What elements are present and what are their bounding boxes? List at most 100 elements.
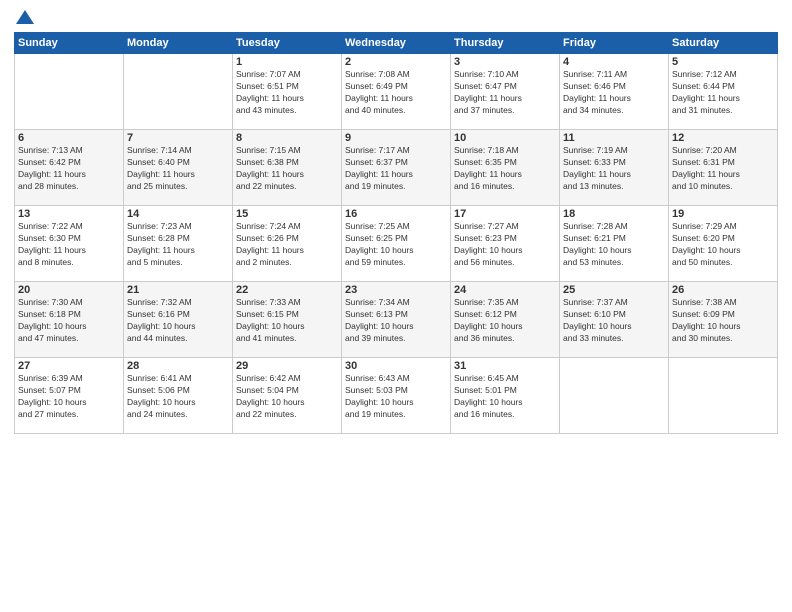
day-info: Sunrise: 7:29 AM Sunset: 6:20 PM Dayligh… xyxy=(672,221,774,269)
day-number: 29 xyxy=(236,360,338,372)
day-number: 4 xyxy=(563,56,665,68)
logo xyxy=(14,10,34,26)
day-info: Sunrise: 7:10 AM Sunset: 6:47 PM Dayligh… xyxy=(454,69,556,117)
week-row-3: 13Sunrise: 7:22 AM Sunset: 6:30 PM Dayli… xyxy=(15,206,778,282)
calendar-cell: 15Sunrise: 7:24 AM Sunset: 6:26 PM Dayli… xyxy=(233,206,342,282)
day-number: 31 xyxy=(454,360,556,372)
calendar-cell: 25Sunrise: 7:37 AM Sunset: 6:10 PM Dayli… xyxy=(560,282,669,358)
header xyxy=(14,10,778,26)
day-info: Sunrise: 7:08 AM Sunset: 6:49 PM Dayligh… xyxy=(345,69,447,117)
calendar-cell: 13Sunrise: 7:22 AM Sunset: 6:30 PM Dayli… xyxy=(15,206,124,282)
day-number: 15 xyxy=(236,208,338,220)
day-number: 23 xyxy=(345,284,447,296)
day-number: 2 xyxy=(345,56,447,68)
day-info: Sunrise: 7:32 AM Sunset: 6:16 PM Dayligh… xyxy=(127,297,229,345)
calendar-cell: 24Sunrise: 7:35 AM Sunset: 6:12 PM Dayli… xyxy=(451,282,560,358)
day-number: 16 xyxy=(345,208,447,220)
calendar-cell: 6Sunrise: 7:13 AM Sunset: 6:42 PM Daylig… xyxy=(15,130,124,206)
day-header-thursday: Thursday xyxy=(451,33,560,54)
day-info: Sunrise: 7:19 AM Sunset: 6:33 PM Dayligh… xyxy=(563,145,665,193)
day-number: 17 xyxy=(454,208,556,220)
calendar-table: SundayMondayTuesdayWednesdayThursdayFrid… xyxy=(14,32,778,434)
day-info: Sunrise: 7:30 AM Sunset: 6:18 PM Dayligh… xyxy=(18,297,120,345)
day-number: 18 xyxy=(563,208,665,220)
calendar-cell: 7Sunrise: 7:14 AM Sunset: 6:40 PM Daylig… xyxy=(124,130,233,206)
day-number: 19 xyxy=(672,208,774,220)
calendar-cell xyxy=(560,358,669,434)
day-number: 25 xyxy=(563,284,665,296)
calendar-cell xyxy=(124,54,233,130)
day-info: Sunrise: 7:07 AM Sunset: 6:51 PM Dayligh… xyxy=(236,69,338,117)
calendar-cell xyxy=(15,54,124,130)
day-number: 21 xyxy=(127,284,229,296)
day-header-tuesday: Tuesday xyxy=(233,33,342,54)
day-info: Sunrise: 7:17 AM Sunset: 6:37 PM Dayligh… xyxy=(345,145,447,193)
calendar-cell: 9Sunrise: 7:17 AM Sunset: 6:37 PM Daylig… xyxy=(342,130,451,206)
calendar-cell: 18Sunrise: 7:28 AM Sunset: 6:21 PM Dayli… xyxy=(560,206,669,282)
calendar-cell: 27Sunrise: 6:39 AM Sunset: 5:07 PM Dayli… xyxy=(15,358,124,434)
day-info: Sunrise: 6:41 AM Sunset: 5:06 PM Dayligh… xyxy=(127,373,229,421)
calendar-cell: 17Sunrise: 7:27 AM Sunset: 6:23 PM Dayli… xyxy=(451,206,560,282)
calendar-cell: 5Sunrise: 7:12 AM Sunset: 6:44 PM Daylig… xyxy=(669,54,778,130)
header-row: SundayMondayTuesdayWednesdayThursdayFrid… xyxy=(15,33,778,54)
logo-icon xyxy=(16,8,34,26)
calendar-cell: 22Sunrise: 7:33 AM Sunset: 6:15 PM Dayli… xyxy=(233,282,342,358)
day-info: Sunrise: 7:35 AM Sunset: 6:12 PM Dayligh… xyxy=(454,297,556,345)
day-header-friday: Friday xyxy=(560,33,669,54)
calendar-cell: 30Sunrise: 6:43 AM Sunset: 5:03 PM Dayli… xyxy=(342,358,451,434)
day-info: Sunrise: 7:11 AM Sunset: 6:46 PM Dayligh… xyxy=(563,69,665,117)
week-row-4: 20Sunrise: 7:30 AM Sunset: 6:18 PM Dayli… xyxy=(15,282,778,358)
calendar-cell: 16Sunrise: 7:25 AM Sunset: 6:25 PM Dayli… xyxy=(342,206,451,282)
day-number: 9 xyxy=(345,132,447,144)
day-number: 24 xyxy=(454,284,556,296)
calendar-cell xyxy=(669,358,778,434)
calendar-cell: 1Sunrise: 7:07 AM Sunset: 6:51 PM Daylig… xyxy=(233,54,342,130)
calendar-cell: 4Sunrise: 7:11 AM Sunset: 6:46 PM Daylig… xyxy=(560,54,669,130)
day-number: 28 xyxy=(127,360,229,372)
day-number: 1 xyxy=(236,56,338,68)
day-info: Sunrise: 7:33 AM Sunset: 6:15 PM Dayligh… xyxy=(236,297,338,345)
week-row-1: 1Sunrise: 7:07 AM Sunset: 6:51 PM Daylig… xyxy=(15,54,778,130)
day-info: Sunrise: 7:14 AM Sunset: 6:40 PM Dayligh… xyxy=(127,145,229,193)
calendar-cell: 26Sunrise: 7:38 AM Sunset: 6:09 PM Dayli… xyxy=(669,282,778,358)
day-number: 8 xyxy=(236,132,338,144)
day-number: 13 xyxy=(18,208,120,220)
day-info: Sunrise: 7:15 AM Sunset: 6:38 PM Dayligh… xyxy=(236,145,338,193)
day-info: Sunrise: 7:25 AM Sunset: 6:25 PM Dayligh… xyxy=(345,221,447,269)
day-info: Sunrise: 6:45 AM Sunset: 5:01 PM Dayligh… xyxy=(454,373,556,421)
day-number: 20 xyxy=(18,284,120,296)
calendar-cell: 14Sunrise: 7:23 AM Sunset: 6:28 PM Dayli… xyxy=(124,206,233,282)
calendar-cell: 8Sunrise: 7:15 AM Sunset: 6:38 PM Daylig… xyxy=(233,130,342,206)
day-number: 11 xyxy=(563,132,665,144)
day-header-saturday: Saturday xyxy=(669,33,778,54)
day-info: Sunrise: 7:37 AM Sunset: 6:10 PM Dayligh… xyxy=(563,297,665,345)
day-number: 6 xyxy=(18,132,120,144)
day-number: 5 xyxy=(672,56,774,68)
day-info: Sunrise: 7:18 AM Sunset: 6:35 PM Dayligh… xyxy=(454,145,556,193)
day-number: 7 xyxy=(127,132,229,144)
page: SundayMondayTuesdayWednesdayThursdayFrid… xyxy=(0,0,792,612)
day-info: Sunrise: 6:39 AM Sunset: 5:07 PM Dayligh… xyxy=(18,373,120,421)
day-info: Sunrise: 7:38 AM Sunset: 6:09 PM Dayligh… xyxy=(672,297,774,345)
day-info: Sunrise: 7:28 AM Sunset: 6:21 PM Dayligh… xyxy=(563,221,665,269)
calendar-cell: 20Sunrise: 7:30 AM Sunset: 6:18 PM Dayli… xyxy=(15,282,124,358)
day-number: 30 xyxy=(345,360,447,372)
day-info: Sunrise: 7:12 AM Sunset: 6:44 PM Dayligh… xyxy=(672,69,774,117)
day-header-monday: Monday xyxy=(124,33,233,54)
day-info: Sunrise: 7:27 AM Sunset: 6:23 PM Dayligh… xyxy=(454,221,556,269)
calendar-cell: 19Sunrise: 7:29 AM Sunset: 6:20 PM Dayli… xyxy=(669,206,778,282)
calendar-cell: 31Sunrise: 6:45 AM Sunset: 5:01 PM Dayli… xyxy=(451,358,560,434)
calendar-cell: 29Sunrise: 6:42 AM Sunset: 5:04 PM Dayli… xyxy=(233,358,342,434)
day-info: Sunrise: 7:13 AM Sunset: 6:42 PM Dayligh… xyxy=(18,145,120,193)
day-info: Sunrise: 7:24 AM Sunset: 6:26 PM Dayligh… xyxy=(236,221,338,269)
day-info: Sunrise: 7:34 AM Sunset: 6:13 PM Dayligh… xyxy=(345,297,447,345)
calendar-cell: 28Sunrise: 6:41 AM Sunset: 5:06 PM Dayli… xyxy=(124,358,233,434)
calendar-cell: 23Sunrise: 7:34 AM Sunset: 6:13 PM Dayli… xyxy=(342,282,451,358)
day-info: Sunrise: 7:23 AM Sunset: 6:28 PM Dayligh… xyxy=(127,221,229,269)
day-number: 26 xyxy=(672,284,774,296)
day-number: 27 xyxy=(18,360,120,372)
day-info: Sunrise: 6:43 AM Sunset: 5:03 PM Dayligh… xyxy=(345,373,447,421)
day-number: 14 xyxy=(127,208,229,220)
week-row-2: 6Sunrise: 7:13 AM Sunset: 6:42 PM Daylig… xyxy=(15,130,778,206)
calendar-cell: 12Sunrise: 7:20 AM Sunset: 6:31 PM Dayli… xyxy=(669,130,778,206)
